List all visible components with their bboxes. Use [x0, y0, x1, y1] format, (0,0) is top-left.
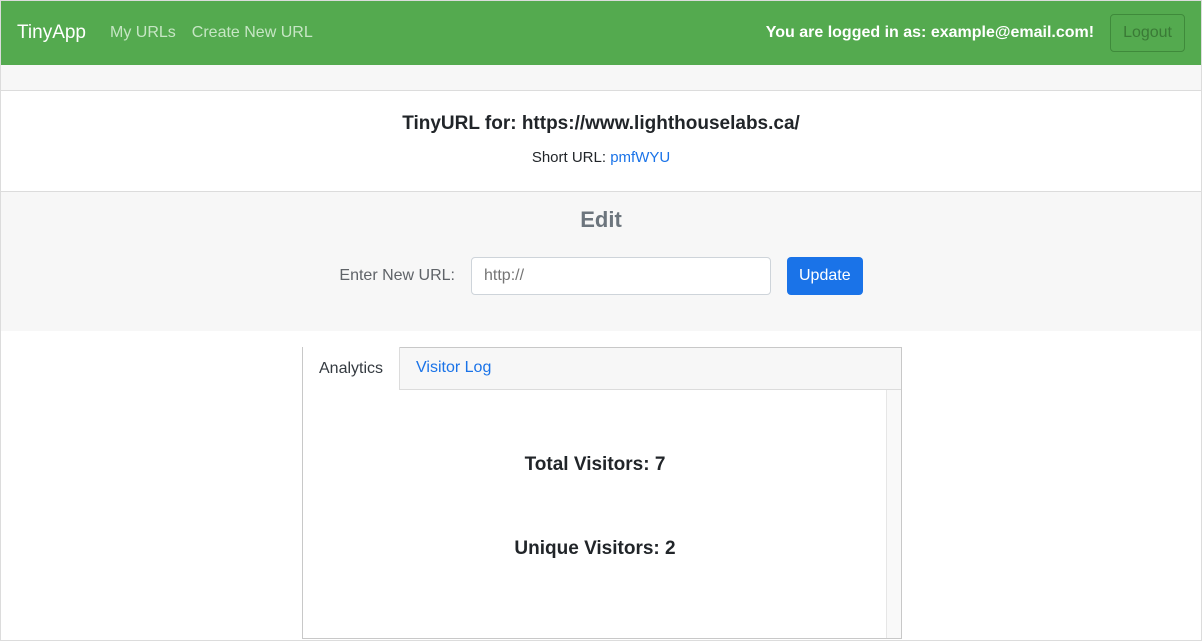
update-button[interactable]: Update [787, 257, 863, 295]
tab-bar: Analytics Visitor Log [303, 347, 901, 390]
tab-visitor-log[interactable]: Visitor Log [400, 347, 507, 389]
analytics-panel: Total Visitors: 7 Unique Visitors: 2 [303, 390, 887, 638]
brand-link[interactable]: TinyApp [17, 22, 86, 44]
nav-link-create-new-url[interactable]: Create New URL [192, 24, 313, 42]
analytics-card: Analytics Visitor Log Total Visitors: 7 … [302, 347, 902, 639]
navbar: TinyApp My URLs Create New URL You are l… [1, 1, 1201, 65]
url-info: TinyURL for: https://www.lighthouselabs.… [1, 91, 1201, 192]
panel-scrollbar[interactable] [886, 390, 901, 638]
new-url-label: Enter New URL: [339, 267, 455, 284]
url-title: TinyURL for: https://www.lighthouselabs.… [402, 113, 800, 134]
short-url-line: Short URL: pmfWYU [1, 149, 1201, 166]
edit-form: Enter New URL: Update [1, 257, 1201, 295]
tab-analytics[interactable]: Analytics [303, 347, 401, 390]
edit-section: Edit Enter New URL: Update [1, 192, 1201, 331]
short-url-link[interactable]: pmfWYU [610, 149, 670, 166]
header-strip [1, 65, 1201, 91]
edit-title: Edit [580, 207, 622, 232]
navbar-right: You are logged in as: example@email.com!… [766, 14, 1185, 52]
logout-button[interactable]: Logout [1110, 14, 1185, 52]
new-url-input[interactable] [471, 257, 771, 295]
total-visitors: Total Visitors: 7 [524, 454, 666, 475]
login-status: You are logged in as: example@email.com! [765, 24, 1095, 41]
short-url-label: Short URL: [531, 149, 607, 166]
unique-visitors: Unique Visitors: 2 [514, 538, 676, 559]
nav-link-my-urls[interactable]: My URLs [110, 24, 176, 42]
